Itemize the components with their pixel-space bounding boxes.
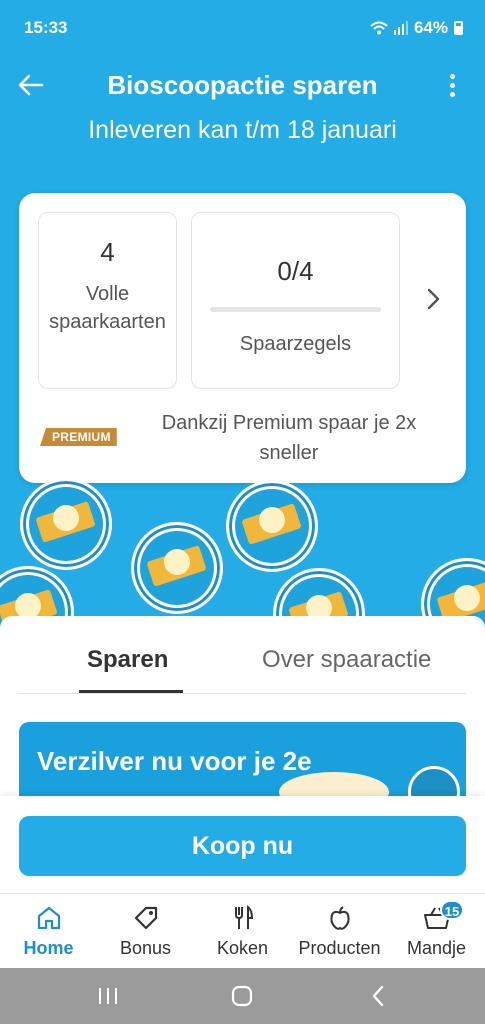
savings-card: 4 Volle spaarkaarten 0/4 Spaarzegels PRE… [19,193,466,483]
nav-item-producten[interactable]: Producten [291,902,388,959]
cutlery-icon [234,904,253,929]
stamp-illustration [408,766,460,796]
tab-bar: Sparen Over spaaractie [19,616,466,694]
home-circle-icon [231,985,253,1007]
tab-over-spaaractie[interactable]: Over spaaractie [262,646,431,674]
koop-nu-button[interactable]: Koop nu [19,816,466,876]
active-tab-indicator [79,690,183,693]
apple-icon [329,906,350,930]
more-options-button[interactable] [447,74,457,100]
tab-sparen[interactable]: Sparen [87,646,168,674]
promo-text: Verzilver nu voor je 2e [37,746,312,776]
more-dot [449,74,455,79]
premium-badge: PREMIUM [40,428,117,446]
cart-count-badge: 15 [440,900,464,920]
recent-apps-icon [99,988,117,1004]
nav-label: Mandje [406,938,467,958]
system-nav-bar [0,968,485,1024]
premium-text: Dankzij Premium spaar je 2x sneller [161,412,417,464]
wifi-icon [370,21,388,35]
battery-percent: 64% [413,18,448,37]
home-icon [37,906,60,930]
chevron-right-icon [427,288,440,310]
stamps-progress-bar [210,307,381,312]
stamps-stat: 0/4 Spaarzegels [191,212,400,389]
more-dot [449,83,455,88]
tag-icon [134,906,157,930]
nav-item-koken[interactable]: Koken [194,902,291,959]
bottom-nav: Home Bonus Koken Producten 15 Mandje [0,893,485,968]
nav-label: Producten [298,938,381,958]
promo-banner[interactable]: Verzilver nu voor je 2e [19,722,466,796]
card-details-button[interactable] [426,287,446,311]
system-back-button[interactable] [358,982,398,1010]
page-subtitle: Inleveren kan t/m 18 januari [88,116,397,144]
more-dot [449,92,455,97]
signal-icon [393,21,408,35]
nav-item-mandje[interactable]: 15 Mandje [388,900,485,959]
full-cards-stat: 4 Volle spaarkaarten [38,212,177,389]
nav-item-home[interactable]: Home [0,902,97,959]
page-title: Bioscoopactie sparen [107,70,378,100]
nav-label: Koken [216,938,269,958]
status-icons: 64% [370,18,463,38]
nav-item-bonus[interactable]: Bonus [97,902,194,959]
battery-icon [454,21,463,35]
recent-apps-button[interactable] [88,982,128,1010]
nav-label: Bonus [119,938,172,958]
stamp-illustration [20,478,112,570]
app-header: Bioscoopactie sparen [0,58,485,114]
full-cards-label: Volle spaarkaarten [49,283,166,333]
status-time: 15:33 [24,18,68,37]
stamp-illustration [226,480,318,572]
buy-area: Koop nu [0,796,485,896]
home-system-button[interactable] [222,982,262,1010]
chevron-left-icon [372,985,384,1007]
stamps-value: 0/4 [277,256,314,286]
stamps-label: Spaarzegels [239,333,352,355]
decorative-stamps [0,470,485,630]
stamp-illustration [131,522,223,614]
nav-label: Home [23,938,74,958]
status-bar: 15:33 64% [0,0,485,58]
full-cards-value: 4 [100,237,115,267]
